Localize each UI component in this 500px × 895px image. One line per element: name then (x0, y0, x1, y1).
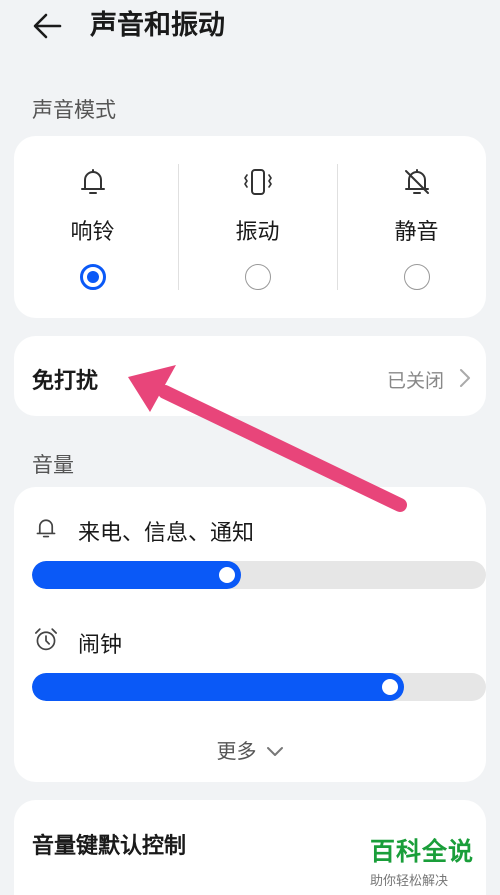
dnd-status: 已关闭 (386, 370, 444, 392)
mode-ring[interactable]: 响铃 (14, 136, 171, 318)
volume-card: 来电、信息、通知 闹钟 更多 (14, 487, 486, 782)
chevron-down-icon (266, 747, 283, 756)
volume-slider-ring[interactable] (32, 561, 486, 589)
volume-key-label: 音量键默认控制 (32, 834, 187, 859)
chevron-right-icon (460, 369, 470, 387)
header: 声音和振动 (0, 0, 500, 56)
volume-slider-alarm[interactable] (32, 673, 486, 701)
slider-fill (32, 561, 241, 589)
page-title: 声音和振动 (90, 10, 225, 41)
radio-vibrate[interactable] (244, 264, 271, 290)
dnd-row[interactable]: 免打扰 已关闭 (14, 336, 486, 416)
radio-ring[interactable] (79, 264, 106, 290)
watermark-main-text: 百科全说 (370, 837, 475, 866)
slider-fill (32, 673, 404, 701)
section-label-sound-mode: 声音模式 (32, 98, 116, 122)
sound-mode-card: 响铃 振动 静音 (14, 136, 486, 318)
bell-icon (80, 169, 105, 194)
mode-ring-label: 响铃 (70, 220, 115, 245)
slider-thumb[interactable] (382, 679, 398, 695)
mode-vibrate-label: 振动 (235, 220, 280, 245)
mode-silent[interactable]: 静音 (338, 136, 495, 318)
vibrate-icon (243, 169, 272, 195)
more-button[interactable]: 更多 (14, 735, 486, 764)
bell-off-icon (404, 169, 429, 194)
watermark-logo: 百科全说 助你轻松解决 (370, 832, 490, 889)
alarm-clock-icon (35, 628, 57, 651)
mode-silent-label: 静音 (394, 220, 439, 245)
slider-thumb[interactable] (219, 567, 235, 583)
radio-silent[interactable] (403, 264, 430, 290)
back-arrow-icon[interactable] (30, 8, 66, 44)
more-label: 更多 (216, 739, 257, 763)
bell-icon (36, 519, 56, 538)
mode-vibrate[interactable]: 振动 (179, 136, 336, 318)
watermark-sub-text: 助你轻松解决 (370, 874, 449, 889)
volume-label-ring: 来电、信息、通知 (78, 521, 255, 546)
dnd-label: 免打扰 (32, 369, 99, 394)
volume-label-alarm: 闹钟 (78, 633, 123, 658)
section-label-volume: 音量 (32, 453, 74, 477)
